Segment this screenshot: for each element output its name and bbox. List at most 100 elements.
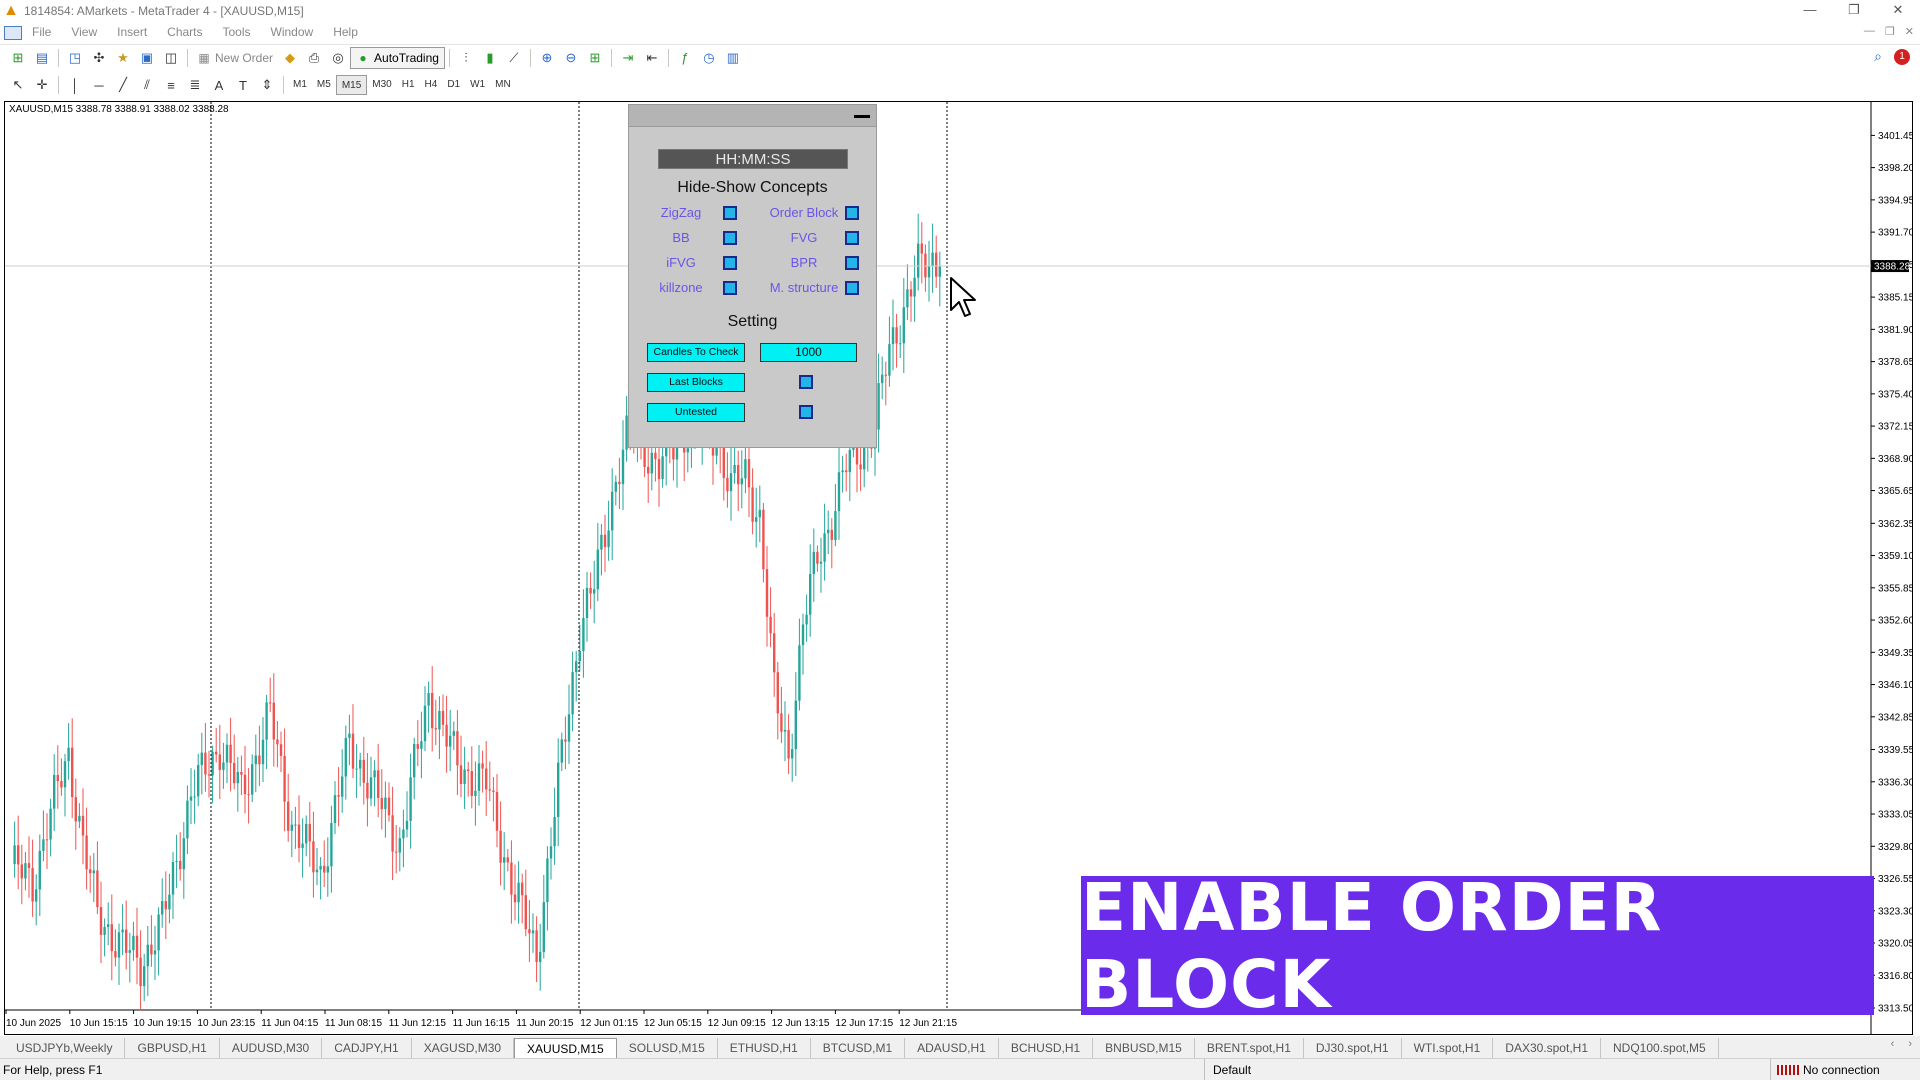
market-watch-icon[interactable]: ◳ bbox=[63, 47, 87, 69]
timeframe-m15[interactable]: M15 bbox=[335, 75, 368, 95]
menu-view[interactable]: View bbox=[61, 22, 107, 43]
timeframe-w1[interactable]: W1 bbox=[465, 75, 490, 95]
metaeditor-icon[interactable]: ◆ bbox=[278, 47, 302, 69]
checkbox-order-block[interactable] bbox=[845, 206, 859, 220]
chart-document-icon[interactable] bbox=[4, 25, 22, 40]
timeframe-m5[interactable]: M5 bbox=[312, 75, 336, 95]
menu-window[interactable]: Window bbox=[261, 22, 324, 43]
chart-tab[interactable]: BTCUSD,M1 bbox=[811, 1038, 906, 1058]
connection-status[interactable]: No connection bbox=[1770, 1059, 1880, 1080]
chart-tab[interactable]: DJ30.spot,H1 bbox=[1304, 1038, 1402, 1058]
panel-header[interactable] bbox=[629, 105, 876, 127]
chart-tab[interactable]: BCHUSD,H1 bbox=[999, 1038, 1094, 1058]
channel-icon[interactable]: ⫽ bbox=[135, 74, 159, 96]
timeframe-d1[interactable]: D1 bbox=[442, 75, 465, 95]
alerts-icon[interactable]: ⎙ bbox=[302, 47, 326, 69]
menu-help[interactable]: Help bbox=[323, 22, 368, 43]
checkbox-zigzag[interactable] bbox=[723, 206, 737, 220]
menu-charts[interactable]: Charts bbox=[157, 22, 212, 43]
templates-icon[interactable]: ▥ bbox=[721, 47, 745, 69]
timeframe-h4[interactable]: H4 bbox=[420, 75, 443, 95]
chart-tab[interactable]: ETHUSD,H1 bbox=[718, 1038, 811, 1058]
chart-tab[interactable]: BRENT.spot,H1 bbox=[1195, 1038, 1304, 1058]
candlestick-icon[interactable]: ▮ bbox=[478, 47, 502, 69]
chart-tab[interactable]: USDJPYb,Weekly bbox=[4, 1038, 126, 1058]
last-blocks-button[interactable]: Last Blocks bbox=[647, 373, 745, 392]
profiles-icon[interactable]: ▤ bbox=[30, 47, 54, 69]
autotrading-button[interactable]: ● AutoTrading bbox=[350, 46, 445, 69]
chart-tab[interactable]: XAUUSD,M15 bbox=[514, 1038, 617, 1058]
close-button[interactable]: ✕ bbox=[1876, 0, 1920, 22]
cursor-icon[interactable]: ↖ bbox=[6, 74, 30, 96]
candle-body bbox=[449, 735, 452, 747]
new-chart-icon[interactable]: ⊞ bbox=[6, 47, 30, 69]
tab-scroll-left-icon[interactable]: ‹ bbox=[1891, 1038, 1895, 1050]
vertical-line-icon[interactable]: │ bbox=[63, 74, 87, 96]
untested-button[interactable]: Untested bbox=[647, 403, 745, 422]
signals-icon[interactable]: ◎ bbox=[326, 47, 350, 69]
timeframe-h1[interactable]: H1 bbox=[397, 75, 420, 95]
notification-badge[interactable]: 1 bbox=[1894, 48, 1910, 65]
terminal-icon[interactable]: ▣ bbox=[135, 47, 159, 69]
horizontal-line-icon[interactable]: ─ bbox=[87, 74, 111, 96]
checkbox-last-blocks[interactable] bbox=[799, 375, 813, 389]
crosshair-icon[interactable]: ✛ bbox=[30, 74, 54, 96]
time-tick-label: 10 Jun 15:15 bbox=[70, 1018, 128, 1029]
bar-chart-icon[interactable]: ⫶ bbox=[454, 47, 478, 69]
checkbox-bb[interactable] bbox=[723, 231, 737, 245]
candles-to-check-input[interactable]: 1000 bbox=[760, 343, 857, 362]
chart-minimize-button[interactable]: — bbox=[1864, 25, 1875, 38]
tab-scroll-arrows[interactable]: ‹ › bbox=[1891, 1038, 1912, 1050]
trendline-icon[interactable]: ╱ bbox=[111, 74, 135, 96]
checkbox-bpr[interactable] bbox=[845, 256, 859, 270]
chart-tab[interactable]: SOLUSD,M15 bbox=[617, 1038, 718, 1058]
checkbox-market-structure[interactable] bbox=[845, 281, 859, 295]
line-chart-icon[interactable]: ⟋ bbox=[502, 47, 526, 69]
minimize-button[interactable]: — bbox=[1788, 0, 1832, 22]
tile-windows-icon[interactable]: ⊞ bbox=[583, 47, 607, 69]
zoom-in-icon[interactable]: ⊕ bbox=[535, 47, 559, 69]
zoom-out-icon[interactable]: ⊖ bbox=[559, 47, 583, 69]
periods-icon[interactable]: ◷ bbox=[697, 47, 721, 69]
menu-tools[interactable]: Tools bbox=[213, 22, 261, 43]
tester-icon[interactable]: ◫ bbox=[159, 47, 183, 69]
fibonacci-icon[interactable]: ≣ bbox=[183, 74, 207, 96]
chart-tab[interactable]: AUDUSD,M30 bbox=[220, 1038, 323, 1058]
chart-tab[interactable]: ADAUSD,H1 bbox=[905, 1038, 999, 1058]
chart-restore-button[interactable]: ❐ bbox=[1885, 25, 1895, 38]
panel-minimize-button[interactable] bbox=[854, 111, 870, 121]
chart-tab[interactable]: NDQ100.spot,M5 bbox=[1601, 1038, 1719, 1058]
new-order-button[interactable]: ▦ New Order bbox=[192, 47, 278, 69]
checkbox-untested[interactable] bbox=[799, 405, 813, 419]
menu-insert[interactable]: Insert bbox=[107, 22, 157, 43]
indicators-icon[interactable]: ƒ bbox=[673, 47, 697, 69]
data-window-icon[interactable]: ✣ bbox=[87, 47, 111, 69]
chart-tab[interactable]: CADJPY,H1 bbox=[322, 1038, 412, 1058]
navigator-icon[interactable]: ★ bbox=[111, 47, 135, 69]
auto-scroll-icon[interactable]: ⇤ bbox=[640, 47, 664, 69]
timeframe-m30[interactable]: M30 bbox=[367, 75, 396, 95]
arrows-icon[interactable]: ⇕ bbox=[255, 74, 279, 96]
chart-tab[interactable]: XAGUSD,M30 bbox=[412, 1038, 515, 1058]
candle-body bbox=[805, 614, 808, 625]
checkbox-killzone[interactable] bbox=[723, 281, 737, 295]
chart-tab[interactable]: DAX30.spot,H1 bbox=[1493, 1038, 1601, 1058]
tab-scroll-right-icon[interactable]: › bbox=[1908, 1038, 1912, 1050]
chart-tab[interactable]: GBPUSD,H1 bbox=[125, 1038, 220, 1058]
search-icon[interactable]: ⌕ bbox=[1874, 48, 1882, 65]
text-label-icon[interactable]: T bbox=[231, 74, 255, 96]
chart-shift-icon[interactable]: ⇥ bbox=[616, 47, 640, 69]
chart-close-button[interactable]: ✕ bbox=[1905, 25, 1914, 38]
menu-file[interactable]: File bbox=[22, 22, 61, 43]
checkbox-fvg[interactable] bbox=[845, 231, 859, 245]
chart-tab[interactable]: BNBUSD,M15 bbox=[1093, 1038, 1195, 1058]
timeframe-m1[interactable]: M1 bbox=[288, 75, 312, 95]
equidistant-channel-icon[interactable]: ≡ bbox=[159, 74, 183, 96]
restore-button[interactable]: ❐ bbox=[1832, 0, 1876, 22]
chart-tab[interactable]: WTI.spot,H1 bbox=[1402, 1038, 1494, 1058]
text-icon[interactable]: A bbox=[207, 74, 231, 96]
candles-to-check-button[interactable]: Candles To Check bbox=[647, 343, 745, 362]
checkbox-ifvg[interactable] bbox=[723, 256, 737, 270]
timeframe-mn[interactable]: MN bbox=[490, 75, 516, 95]
indicator-panel[interactable]: HH:MM:SS Hide-Show Concepts ZigZag Order… bbox=[628, 104, 877, 448]
